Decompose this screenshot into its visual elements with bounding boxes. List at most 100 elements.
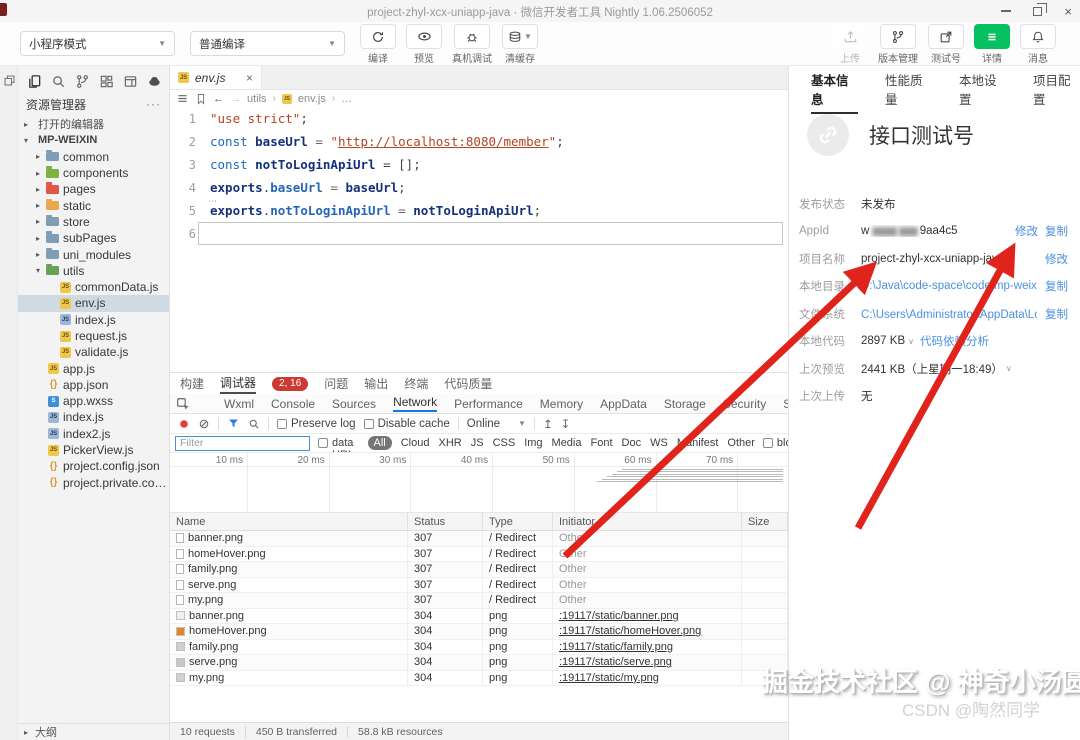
code-analysis-link[interactable]: 代码依赖分析 — [920, 333, 989, 349]
tree-item-request.js[interactable]: JS request.js — [18, 328, 169, 344]
compile-select[interactable]: 普通编译 ▼ — [190, 31, 345, 56]
tree-item-components[interactable]: ▸ components — [18, 165, 169, 181]
devtools-tab-security[interactable]: Security — [723, 397, 766, 411]
request-initiator[interactable]: :19117/static/banner.png — [559, 610, 679, 622]
preview-button[interactable]: 预览 — [406, 24, 442, 65]
devtools-tab-memory[interactable]: Memory — [540, 397, 583, 411]
filter-chip-js[interactable]: JS — [471, 437, 484, 449]
devtools-tab-performance[interactable]: Performance — [454, 397, 523, 411]
editor-tab-envjs[interactable]: JS env.js × — [170, 66, 262, 89]
devtools-tab-console[interactable]: Console — [271, 397, 315, 411]
tree-item-index.js[interactable]: JS index.js — [18, 312, 169, 328]
tree-item-commonData.js[interactable]: JS commonData.js — [18, 279, 169, 295]
bookmark-icon[interactable] — [195, 93, 207, 105]
request-initiator[interactable]: :19117/static/family.png — [559, 641, 673, 653]
panel-tab-问题[interactable]: 问题 — [324, 375, 348, 392]
column-header-initiator[interactable]: Initiator — [553, 513, 742, 530]
back-arrow-icon[interactable]: ← — [213, 93, 224, 105]
devtools-tab-appdata[interactable]: AppData — [600, 397, 647, 411]
network-request-row[interactable]: serve.png 304 png:19117/static/serve.png — [170, 655, 788, 671]
theme-brush-icon[interactable] — [147, 74, 162, 89]
column-header-name[interactable]: Name — [170, 513, 408, 530]
link-修改[interactable]: 修改 — [1045, 251, 1068, 267]
restore-panel-icon[interactable] — [3, 74, 16, 87]
tree-item-project.config.json[interactable]: {} project.config.json — [18, 458, 169, 474]
chevron-down-icon[interactable]: ∨ — [908, 337, 914, 346]
field-value[interactable]: C:\Users\Administrator\AppData\Loca\微信..… — [861, 306, 1037, 322]
filter-chip-all[interactable]: All — [367, 436, 392, 450]
blocked-cookies-checkbox[interactable]: Has blocked cookie — [762, 434, 788, 452]
clear-cache-button[interactable]: ▼ 清缓存 — [502, 24, 538, 65]
outline-list-icon[interactable] — [176, 92, 189, 105]
code-editor[interactable]: 1 "use strict"; 2 const baseUrl = "http://l… — [170, 107, 788, 313]
test-account-button[interactable]: 测试号 — [928, 24, 964, 65]
details-tab-本地设置[interactable]: 本地设置 — [959, 70, 1006, 108]
search-icon[interactable] — [51, 74, 66, 89]
tree-item-subPages[interactable]: ▸ subPages — [18, 230, 169, 246]
devtools-tab-storage[interactable]: Storage — [664, 397, 706, 411]
panel-tab-代码质量[interactable]: 代码质量 — [444, 375, 492, 392]
explorer-files-icon[interactable] — [27, 74, 42, 89]
preserve-log-checkbox[interactable]: Preserve log — [277, 418, 356, 430]
column-header-size[interactable]: Size — [742, 513, 788, 530]
close-button[interactable]: × — [1064, 5, 1072, 18]
link-复制[interactable]: 复制 — [1045, 306, 1068, 322]
column-header-status[interactable]: Status — [408, 513, 483, 530]
chevron-down-icon[interactable]: ∨ — [1006, 364, 1012, 373]
record-icon[interactable] — [178, 418, 190, 430]
link-复制[interactable]: 复制 — [1045, 223, 1068, 239]
network-request-row[interactable]: my.png 304 png:19117/static/my.png — [170, 670, 788, 686]
fold-hint[interactable]: ⋯ — [208, 196, 218, 207]
field-value[interactable]: D:\Java\code-space\code\mp-weixin\p-w... — [861, 280, 1037, 292]
network-request-row[interactable]: family.png 304 png:19117/static/family.png — [170, 639, 788, 655]
tree-item-app.json[interactable]: {} app.json — [18, 377, 169, 393]
tree-item-uni_modules[interactable]: ▸ uni_modules — [18, 246, 169, 262]
version-control-button[interactable]: 版本管理 — [878, 24, 918, 65]
devtools-tab-network[interactable]: Network — [393, 395, 438, 412]
tree-item-index.js[interactable]: JS index.js — [18, 409, 169, 425]
filter-chip-manifest[interactable]: Manifest — [677, 437, 719, 449]
tree-item-MP-WEIXIN[interactable]: ▾ MP-WEIXIN — [18, 132, 169, 148]
search-icon[interactable] — [248, 418, 260, 430]
filter-chip-xhr[interactable]: XHR — [438, 437, 461, 449]
panel-tab-构建[interactable]: 构建 — [180, 375, 204, 392]
tree-item-static[interactable]: ▸ static — [18, 197, 169, 213]
close-tab-icon[interactable]: × — [246, 71, 253, 85]
panel-tab-输出[interactable]: 输出 — [364, 375, 388, 392]
tree-item-utils[interactable]: ▾ utils — [18, 263, 169, 279]
tree-item-app.wxss[interactable]: Sapp.wxss — [18, 393, 169, 409]
tree-item-app.js[interactable]: JS app.js — [18, 360, 169, 376]
filter-funnel-icon[interactable] — [227, 417, 240, 430]
tree-item-env.js[interactable]: JS env.js — [18, 295, 169, 312]
network-request-row[interactable]: my.png 307/ Redirect Other — [170, 593, 788, 609]
messages-button[interactable]: 消息 — [1020, 24, 1056, 65]
tree-item-store[interactable]: ▸ store — [18, 214, 169, 230]
inspect-element-icon[interactable] — [176, 397, 190, 411]
breadcrumb-file[interactable]: env.js — [298, 93, 326, 105]
details-button[interactable]: 详情 — [974, 24, 1010, 65]
filter-chip-ws[interactable]: WS — [650, 437, 668, 449]
panel-tab-调试器[interactable]: 调试器 — [220, 374, 257, 394]
devtools-tab-wxml[interactable]: Wxml — [224, 397, 254, 411]
filter-chip-doc[interactable]: Doc — [622, 437, 642, 449]
tree-item-pages[interactable]: ▸ pages — [18, 181, 169, 197]
network-request-row[interactable]: homeHover.png 304 png:19117/static/homeHov… — [170, 624, 788, 640]
outline-section[interactable]: ▸ 大纲 — [18, 723, 169, 740]
tree-item-index2.js[interactable]: JS index2.js — [18, 426, 169, 442]
panel-tab-终端[interactable]: 终端 — [404, 375, 428, 392]
tree-item-project.private.config.js[interactable]: {} project.private.config.js… — [18, 475, 169, 491]
tree-item-common[interactable]: ▸ common — [18, 149, 169, 165]
network-request-row[interactable]: homeHover.png 307/ Redirect Other — [170, 546, 788, 562]
tree-item-PickerView.js[interactable]: JS PickerView.js — [18, 442, 169, 458]
network-request-row[interactable]: banner.png 307/ Redirect Other — [170, 531, 788, 547]
export-har-icon[interactable]: ↧ — [561, 417, 571, 431]
layout-grid-icon[interactable] — [99, 74, 114, 89]
minimize-button[interactable] — [1001, 10, 1012, 12]
upload-button[interactable]: 上传 — [832, 24, 868, 65]
device-debug-button[interactable]: 真机调试 — [452, 24, 492, 65]
breadcrumb-symbol[interactable]: … — [341, 93, 352, 105]
preview-panel-icon[interactable] — [123, 74, 138, 89]
forward-arrow-icon[interactable]: → — [230, 93, 241, 105]
tree-item-validate.js[interactable]: JS validate.js — [18, 344, 169, 360]
details-tab-项目配置[interactable]: 项目配置 — [1033, 70, 1080, 108]
